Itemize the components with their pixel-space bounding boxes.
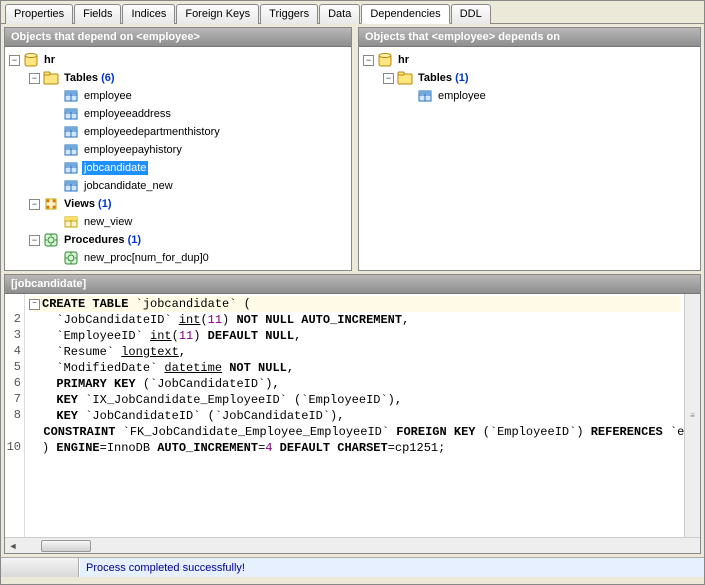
collapse-icon[interactable]: − bbox=[29, 235, 40, 246]
tab-fields[interactable]: Fields bbox=[74, 4, 121, 24]
i-db-icon bbox=[23, 52, 39, 68]
tree-group-tables[interactable]: − Tables (6) bbox=[29, 69, 347, 87]
group-label: Procedures (1) bbox=[62, 233, 143, 247]
tab-foreign-keys[interactable]: Foreign Keys bbox=[176, 4, 259, 24]
tree-item[interactable]: jobcandidate bbox=[49, 159, 347, 177]
i-table-icon bbox=[63, 160, 79, 176]
left-pane-title: Objects that depend on <employee> bbox=[5, 28, 351, 47]
i-folder-icon bbox=[43, 70, 59, 86]
collapse-icon[interactable]: − bbox=[383, 73, 394, 84]
tab-dependencies[interactable]: Dependencies bbox=[361, 4, 449, 24]
code-line: `ModifiedDate` datetime NOT NULL, bbox=[29, 360, 680, 376]
vert-scroll-margin: ≡ bbox=[684, 294, 700, 537]
tree-group-procedures[interactable]: − Procedures (1) bbox=[29, 231, 347, 249]
item-label: employeedepartmenthistory bbox=[82, 125, 222, 139]
tab-ddl[interactable]: DDL bbox=[451, 4, 491, 24]
i-folder-icon bbox=[397, 70, 413, 86]
scroll-left-icon[interactable]: ◄ bbox=[5, 541, 21, 551]
code-line: CONSTRAINT `FK_JobCandidate_Employee_Emp… bbox=[29, 424, 680, 440]
i-table-icon bbox=[63, 142, 79, 158]
code-line: PRIMARY KEY (`JobCandidateID`), bbox=[29, 376, 680, 392]
tab-indices[interactable]: Indices bbox=[122, 4, 175, 24]
collapse-icon[interactable]: − bbox=[29, 73, 40, 84]
code-line: ) ENGINE=InnoDB AUTO_INCREMENT=4 DEFAULT… bbox=[29, 440, 680, 456]
i-view-icon bbox=[63, 214, 79, 230]
code-line: `EmployeeID` int(11) DEFAULT NULL, bbox=[29, 328, 680, 344]
depended-by-pane: Objects that <employee> depends on −hr−T… bbox=[358, 27, 701, 271]
item-label: new_view bbox=[82, 215, 134, 229]
tree-db-node[interactable]: − hr bbox=[9, 51, 347, 69]
tree-group-tables[interactable]: − Tables (1) bbox=[383, 69, 696, 87]
item-label: employee bbox=[82, 89, 134, 103]
tree-item[interactable]: employeedepartmenthistory bbox=[49, 123, 347, 141]
scroll-thumb[interactable] bbox=[41, 540, 91, 552]
sql-title: [jobcandidate] bbox=[5, 275, 700, 294]
item-label: jobcandidate bbox=[82, 161, 148, 175]
i-proc-icon bbox=[63, 250, 79, 266]
i-table-icon bbox=[63, 178, 79, 194]
i-table-icon bbox=[63, 124, 79, 140]
horizontal-scrollbar[interactable]: ◄ bbox=[5, 537, 700, 553]
right-pane-title: Objects that <employee> depends on bbox=[359, 28, 700, 47]
tree-item[interactable]: employeepayhistory bbox=[49, 141, 347, 159]
item-label: employeepayhistory bbox=[82, 143, 184, 157]
tab-triggers[interactable]: Triggers bbox=[260, 4, 318, 24]
i-table-icon bbox=[63, 88, 79, 104]
code-line: KEY `IX_JobCandidate_EmployeeID` (`Emplo… bbox=[29, 392, 680, 408]
status-bar: Process completed successfully! bbox=[1, 557, 704, 577]
depends-on-pane: Objects that depend on <employee> −hr−Ta… bbox=[4, 27, 352, 271]
i-table-icon bbox=[63, 106, 79, 122]
fold-icon[interactable]: − bbox=[29, 299, 40, 310]
tab-properties[interactable]: Properties bbox=[5, 4, 73, 24]
status-left-cell bbox=[1, 558, 79, 577]
tree-item[interactable]: employeeaddress bbox=[49, 105, 347, 123]
i-proc-icon bbox=[43, 232, 59, 248]
item-label: new_proc[num_for_dup]0 bbox=[82, 251, 211, 265]
tree-item[interactable]: new_view bbox=[49, 213, 347, 231]
sql-code[interactable]: −CREATE TABLE `jobcandidate` ( `JobCandi… bbox=[25, 294, 684, 537]
db-label: hr bbox=[42, 53, 57, 67]
i-table-icon bbox=[417, 88, 433, 104]
item-label: jobcandidate_new bbox=[82, 179, 175, 193]
sql-pane: [jobcandidate] 234567810 −CREATE TABLE `… bbox=[4, 274, 701, 554]
tree-group-views[interactable]: − Views (1) bbox=[29, 195, 347, 213]
left-tree[interactable]: −hr−Tables (6)employeeemployeeaddressemp… bbox=[5, 47, 351, 270]
tree-item[interactable]: employee bbox=[403, 87, 696, 105]
tree-item[interactable]: new_proc[num_for_dup]0 bbox=[49, 249, 347, 267]
tree-item[interactable]: employee bbox=[49, 87, 347, 105]
line-gutter: 234567810 bbox=[5, 294, 25, 537]
collapse-icon[interactable]: − bbox=[363, 55, 374, 66]
tab-bar: PropertiesFieldsIndicesForeign KeysTrigg… bbox=[1, 1, 704, 24]
item-label: employee bbox=[436, 89, 488, 103]
collapse-icon[interactable]: − bbox=[9, 55, 20, 66]
group-label: Tables (6) bbox=[62, 71, 117, 85]
item-label: employeeaddress bbox=[82, 107, 173, 121]
group-label: Views (1) bbox=[62, 197, 114, 211]
db-label: hr bbox=[396, 53, 411, 67]
i-db-icon bbox=[377, 52, 393, 68]
right-tree[interactable]: −hr−Tables (1)employee bbox=[359, 47, 700, 270]
collapse-icon[interactable]: − bbox=[29, 199, 40, 210]
tree-item[interactable]: jobcandidate_new bbox=[49, 177, 347, 195]
code-line: `Resume` longtext, bbox=[29, 344, 680, 360]
i-views-icon bbox=[43, 196, 59, 212]
group-label: Tables (1) bbox=[416, 71, 471, 85]
code-line: `JobCandidateID` int(11) NOT NULL AUTO_I… bbox=[29, 312, 680, 328]
status-message: Process completed successfully! bbox=[79, 558, 704, 577]
tab-data[interactable]: Data bbox=[319, 4, 360, 24]
code-line: KEY `JobCandidateID` (`JobCandidateID`), bbox=[29, 408, 680, 424]
tree-db-node[interactable]: − hr bbox=[363, 51, 696, 69]
code-line: −CREATE TABLE `jobcandidate` ( bbox=[29, 296, 680, 312]
